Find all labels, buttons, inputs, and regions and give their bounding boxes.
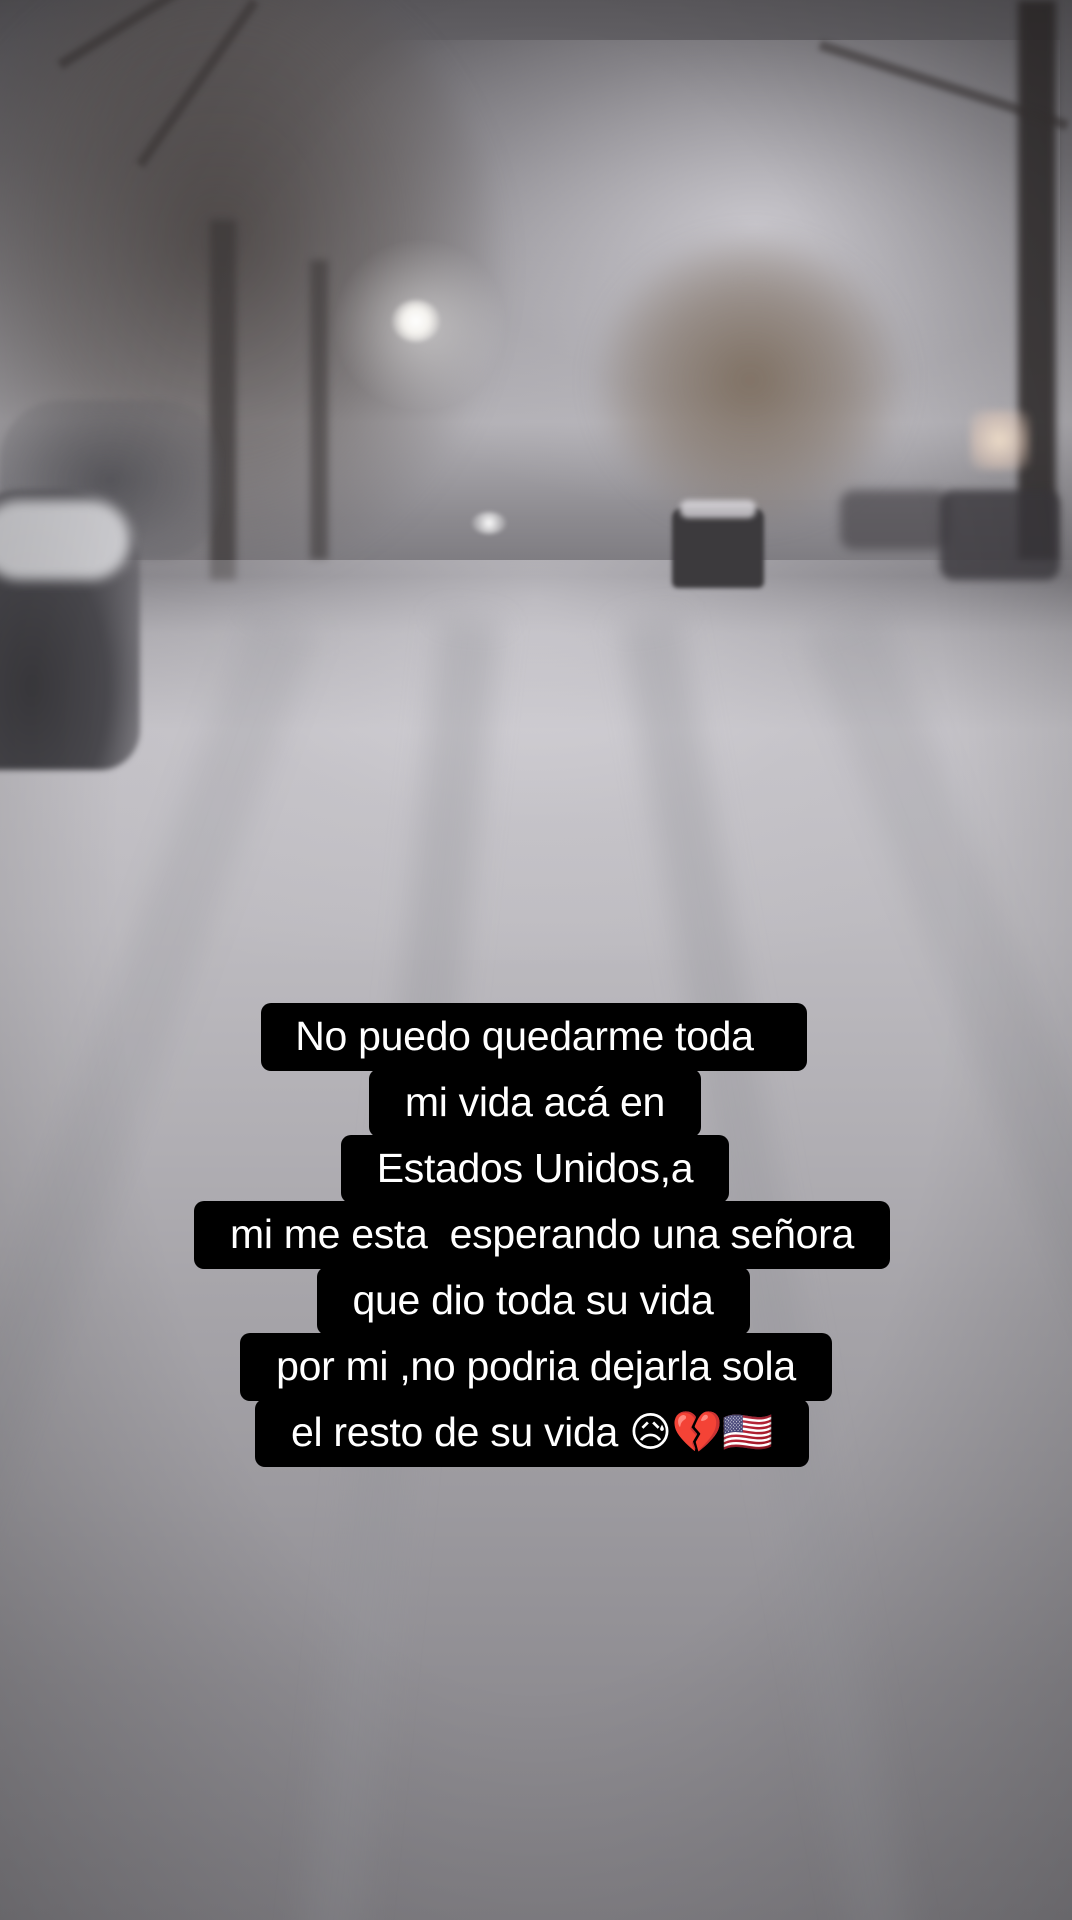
caption-line: el resto de su vida 😥💔🇺🇸 <box>254 1399 810 1467</box>
vignette <box>0 0 1072 1920</box>
caption-line: que dio toda su vida <box>316 1267 750 1335</box>
caption-line: por mi ,no podria dejarla sola <box>240 1333 832 1401</box>
caption-overlay: No puedo quedarme toda mi vida acá en Es… <box>0 1003 1072 1467</box>
caption-line: Estados Unidos,a <box>340 1135 730 1203</box>
caption-line: mi vida acá en <box>368 1069 702 1137</box>
caption-line: mi me esta esperando una señora <box>194 1201 890 1269</box>
snowy-street-photo: No puedo quedarme toda mi vida acá en Es… <box>0 0 1072 1920</box>
caption-line: No puedo quedarme toda <box>261 1003 807 1071</box>
